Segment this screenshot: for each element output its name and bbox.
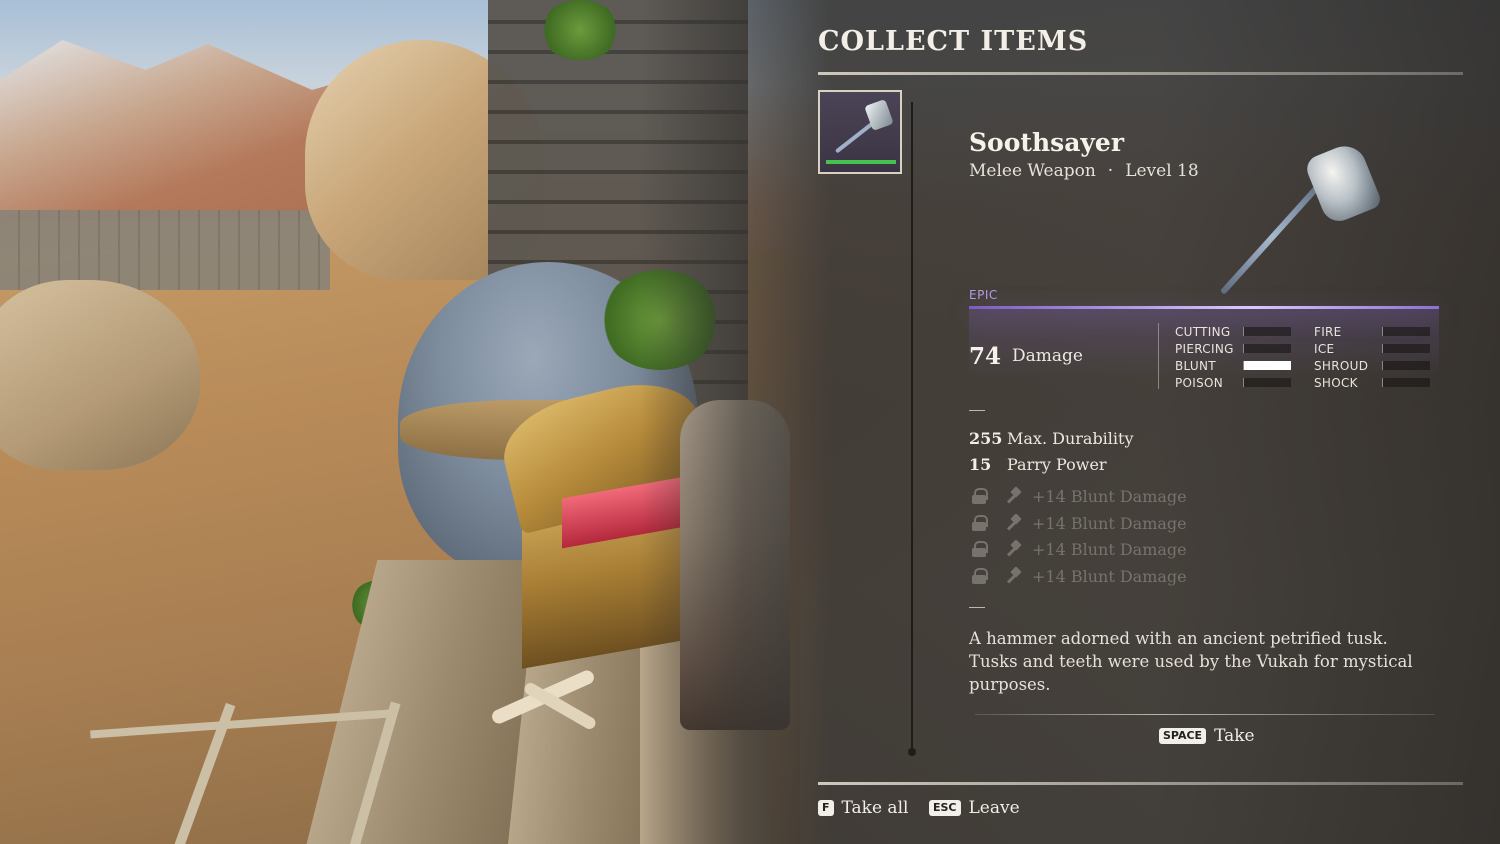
- hammer-icon: [1004, 568, 1020, 584]
- take-all-label: Take all: [841, 798, 909, 818]
- perk-text: +14 Blunt Damage: [1032, 486, 1187, 506]
- perk-row: +14 Blunt Damage: [972, 512, 1187, 534]
- damage-type-bar: [1243, 378, 1291, 387]
- weapon-haft: [1219, 179, 1325, 296]
- item-type: Melee Weapon: [969, 161, 1096, 181]
- rarity-divider: [969, 306, 1439, 309]
- esc-key-icon: ESC: [929, 800, 961, 816]
- hammer-icon: [1004, 541, 1020, 557]
- lock-icon: [972, 488, 988, 504]
- durability-bar: [826, 160, 896, 164]
- item-description: A hammer adorned with an ancient petrifi…: [969, 629, 1413, 694]
- hammer-icon: [1004, 515, 1020, 531]
- perk-row: +14 Blunt Damage: [972, 485, 1187, 507]
- take-all-button[interactable]: F Take all: [818, 798, 908, 818]
- take-button[interactable]: SPACE Take: [1159, 726, 1255, 746]
- space-key-icon: SPACE: [1159, 728, 1207, 744]
- loot-panel-backdrop: [640, 0, 1500, 844]
- damage-type-bar: [1243, 327, 1291, 336]
- damage-type-bar: [1382, 344, 1430, 353]
- perk-text: +14 Blunt Damage: [1032, 539, 1187, 559]
- perk-row: +14 Blunt Damage: [972, 538, 1187, 560]
- lock-icon: [972, 541, 988, 557]
- damage-type-bar: [1382, 327, 1430, 336]
- damage-type-label: POISON: [1175, 376, 1224, 390]
- item-level: Level 18: [1125, 161, 1199, 181]
- damage-type-bar: [1382, 361, 1430, 370]
- header-divider: [818, 72, 1463, 75]
- item-subtitle: Melee Weapon · Level 18: [969, 161, 1199, 181]
- damage-type-bar: [1243, 361, 1291, 370]
- damage-type-label: CUTTING: [1175, 325, 1231, 339]
- damage-type-fill: [1244, 361, 1291, 370]
- damage-type-label: BLUNT: [1175, 359, 1216, 373]
- page-title: COLLECT ITEMS: [818, 26, 1089, 57]
- stat-value: 255: [969, 429, 1003, 448]
- stat-value: 15: [969, 455, 992, 474]
- footer-divider: [818, 782, 1463, 785]
- weapon-head: [1303, 139, 1383, 227]
- rarity-label: EPIC: [969, 288, 998, 302]
- leave-label: Leave: [968, 798, 1020, 818]
- list-divider: [911, 102, 913, 752]
- damage-type-label: FIRE: [1314, 325, 1342, 339]
- section-dash: [969, 410, 985, 411]
- list-divider-end: [908, 748, 916, 756]
- section-dash: [969, 607, 985, 608]
- stone-wall: [0, 210, 330, 290]
- item-slot[interactable]: [818, 90, 902, 174]
- perk-text: +14 Blunt Damage: [1032, 513, 1187, 533]
- damage-type-bar: [1382, 378, 1430, 387]
- leave-button[interactable]: ESC Leave: [929, 798, 1020, 818]
- take-divider: [975, 714, 1435, 715]
- damage-type-label: SHROUD: [1314, 359, 1369, 373]
- damage-type-bar: [1243, 344, 1291, 353]
- ivy: [540, 0, 620, 60]
- damage-type-label: PIERCING: [1175, 342, 1234, 356]
- lock-icon: [972, 568, 988, 584]
- item-name: Soothsayer: [969, 128, 1125, 157]
- stat-label: Parry Power: [1007, 455, 1107, 474]
- perk-text: +14 Blunt Damage: [1032, 566, 1187, 586]
- hammer-icon: [1004, 488, 1020, 504]
- lock-icon: [972, 515, 988, 531]
- damage-type-label: SHOCK: [1314, 376, 1358, 390]
- perk-row: +14 Blunt Damage: [972, 565, 1187, 587]
- damage-value: 74: [969, 343, 1002, 370]
- damage-type-label: ICE: [1314, 342, 1335, 356]
- damage-label: Damage: [1012, 346, 1083, 366]
- f-key-icon: F: [818, 800, 834, 816]
- stat-label: Max. Durability: [1007, 429, 1134, 448]
- separator: ·: [1107, 161, 1114, 181]
- take-label: Take: [1214, 726, 1255, 746]
- weapon-preview: [1219, 139, 1392, 300]
- damage-types-divider: [1158, 323, 1159, 389]
